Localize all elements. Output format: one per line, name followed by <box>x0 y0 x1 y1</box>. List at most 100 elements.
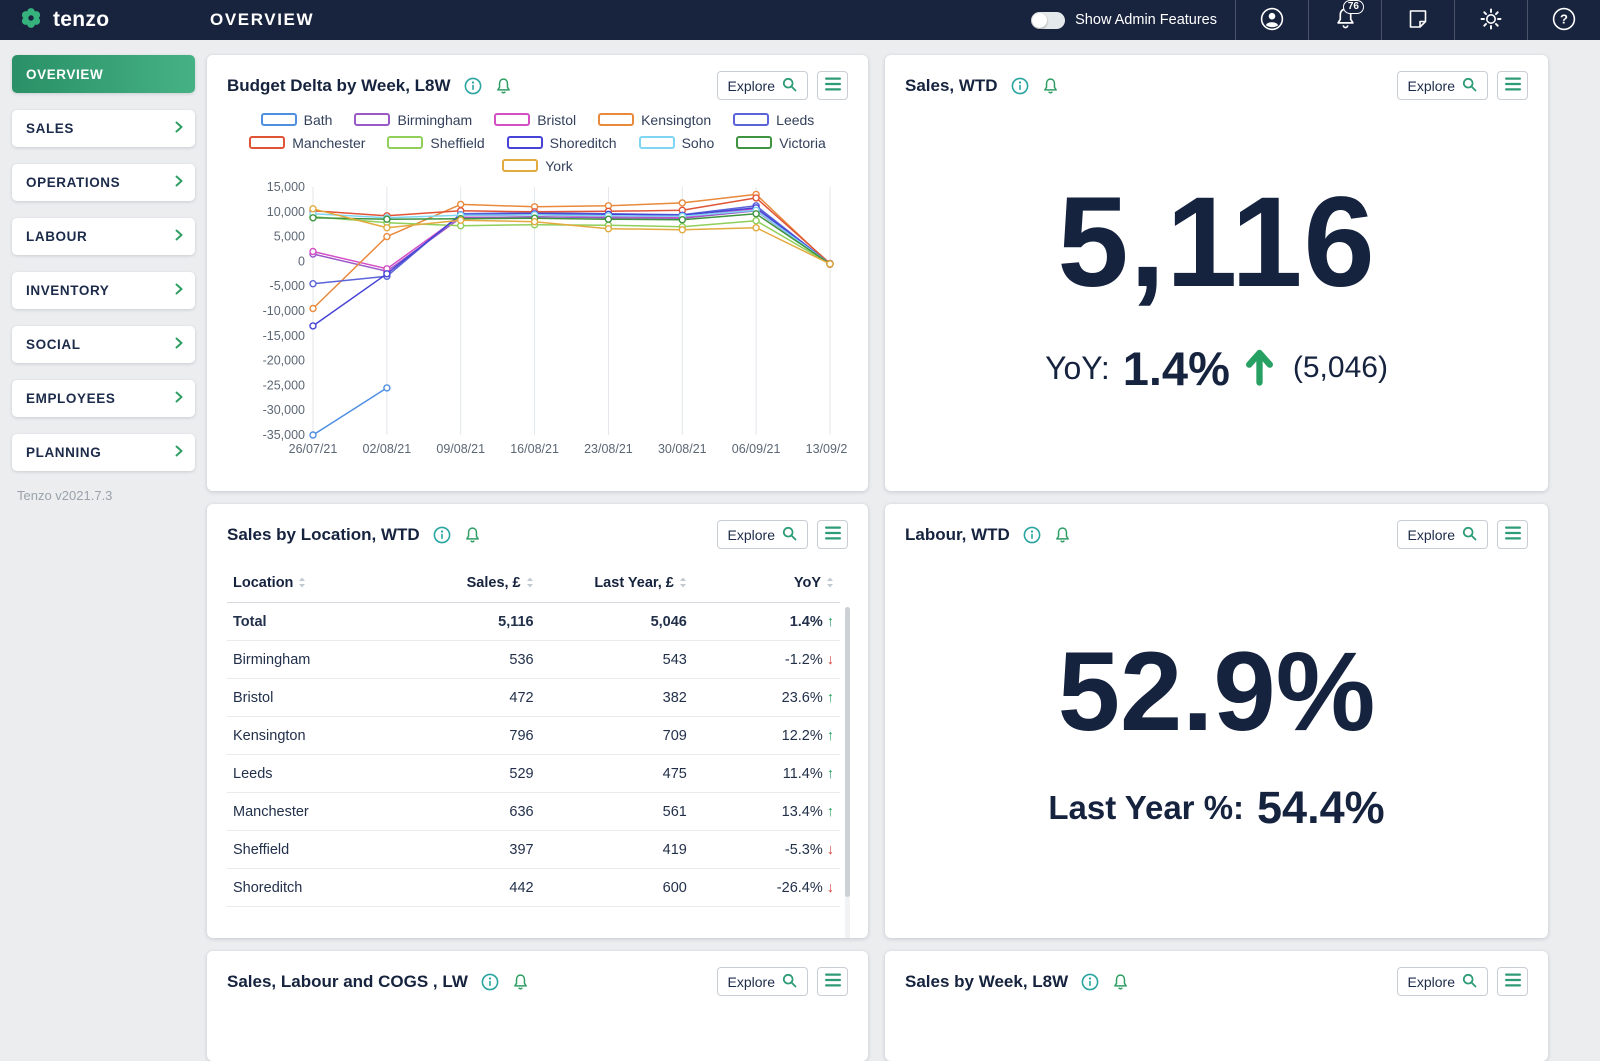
table-row: Sheffield 397 419 -5.3% ↓ <box>227 830 840 869</box>
legend-swatch <box>249 136 286 149</box>
legend-item-soho[interactable]: Soho <box>638 135 714 151</box>
sidebar-item-label: OPERATIONS <box>26 175 121 190</box>
explore-label: Explore <box>727 77 775 94</box>
explore-button[interactable]: Explore <box>716 967 808 996</box>
legend-item-leeds[interactable]: Leeds <box>733 112 814 128</box>
legend-swatch <box>638 136 675 149</box>
sidebar-item-operations[interactable]: OPERATIONS <box>12 164 195 201</box>
legend-item-kensington[interactable]: Kensington <box>598 112 711 128</box>
search-icon <box>1462 526 1477 544</box>
sidebar-item-inventory[interactable]: INVENTORY <box>12 272 195 309</box>
budget-delta-card: Budget Delta by Week, L8W Explore Bath Bi… <box>207 55 868 491</box>
admin-features-toggle[interactable]: Show Admin Features <box>1031 11 1217 29</box>
cell-location: Manchester <box>227 792 387 831</box>
table-scrollbar[interactable] <box>845 607 850 938</box>
search-icon <box>782 973 797 991</box>
alert-bell-icon[interactable] <box>1112 973 1129 991</box>
legend-item-manchester[interactable]: Manchester <box>249 135 365 151</box>
alert-bell-icon[interactable] <box>1042 77 1059 95</box>
column-header-sales[interactable]: Sales, £ <box>386 565 540 603</box>
budget-delta-chart-svg: 26/07/21 02/08/21 09/08/21 16/08/21 23/08/21… <box>263 180 855 456</box>
sidebar-item-label: INVENTORY <box>26 283 110 298</box>
sidebar-item-label: EMPLOYEES <box>26 391 116 406</box>
legend-item-bristol[interactable]: Bristol <box>494 112 576 128</box>
settings-gear-button[interactable] <box>1455 0 1527 40</box>
cell-last-year: 543 <box>539 640 693 679</box>
info-icon[interactable] <box>464 77 482 95</box>
explore-button[interactable]: Explore <box>716 520 808 549</box>
card-menu-button[interactable] <box>817 71 848 100</box>
legend-swatch <box>506 136 543 149</box>
info-icon[interactable] <box>1081 973 1099 991</box>
legend-item-york[interactable]: York <box>502 158 573 174</box>
info-icon[interactable] <box>481 973 499 991</box>
user-account-icon[interactable] <box>1236 0 1308 40</box>
card-menu-button[interactable] <box>1497 520 1528 549</box>
card-menu-button[interactable] <box>1497 967 1528 996</box>
table-row: Bristol 472 382 23.6% ↑ <box>227 678 840 717</box>
card-menu-button[interactable] <box>817 967 848 996</box>
sidebar-item-sales[interactable]: SALES <box>12 110 195 147</box>
toggle-switch[interactable] <box>1031 11 1066 29</box>
yoy-up-arrow-icon <box>1243 345 1276 392</box>
up-arrow-icon: ↑ <box>826 689 834 706</box>
hamburger-icon <box>824 77 841 94</box>
svg-text:-35,000: -35,000 <box>263 428 305 442</box>
legend-item-birmingham[interactable]: Birmingham <box>354 112 472 128</box>
explore-button[interactable]: Explore <box>1396 967 1488 996</box>
column-header-last-year[interactable]: Last Year, £ <box>539 565 693 603</box>
explore-button[interactable]: Explore <box>1396 520 1488 549</box>
sidebar-item-social[interactable]: SOCIAL <box>12 326 195 363</box>
sales-location-table: Location Sales, £ Last Year, £ YoY Total… <box>227 565 850 938</box>
down-arrow-icon: ↓ <box>826 651 834 668</box>
topbar: tenzo OVERVIEW Show Admin Features 76 ? <box>0 0 1600 40</box>
table-row: Birmingham 536 543 -1.2% ↓ <box>227 640 840 679</box>
explore-button[interactable]: Explore <box>1396 71 1488 100</box>
alert-bell-icon[interactable] <box>512 973 529 991</box>
card-menu-button[interactable] <box>817 520 848 549</box>
sidebar-item-planning[interactable]: PLANNING <box>12 434 195 471</box>
alert-bell-icon[interactable] <box>464 526 481 544</box>
notes-icon-button[interactable] <box>1382 0 1454 40</box>
sidebar-item-employees[interactable]: EMPLOYEES <box>12 380 195 417</box>
legend-item-bath[interactable]: Bath <box>260 112 332 128</box>
up-arrow-icon: ↑ <box>826 613 834 630</box>
info-icon[interactable] <box>1023 526 1041 544</box>
cell-last-year: 382 <box>539 678 693 717</box>
info-icon[interactable] <box>1011 77 1029 95</box>
cell-sales: 536 <box>386 640 540 679</box>
note-icon <box>1406 7 1430 34</box>
help-icon: ? <box>1551 6 1577 35</box>
svg-text:-20,000: -20,000 <box>263 354 305 368</box>
search-icon <box>782 526 797 544</box>
legend-swatch <box>494 113 531 126</box>
svg-text:23/08/21: 23/08/21 <box>584 442 633 456</box>
column-header-yoy[interactable]: YoY <box>692 565 840 603</box>
sidebar-item-overview[interactable]: OVERVIEW <box>12 55 195 93</box>
alert-bell-icon[interactable] <box>495 77 512 95</box>
card-menu-button[interactable] <box>1497 71 1528 100</box>
svg-text:-25,000: -25,000 <box>263 378 305 392</box>
sidebar-item-labour[interactable]: LABOUR <box>12 218 195 255</box>
column-header-location[interactable]: Location <box>227 565 387 603</box>
legend-item-shoreditch[interactable]: Shoreditch <box>506 135 617 151</box>
hamburger-icon <box>1504 973 1521 990</box>
cell-location: Total <box>227 602 387 641</box>
explore-button[interactable]: Explore <box>716 71 808 100</box>
chevron-right-icon <box>175 391 183 406</box>
help-button[interactable]: ? <box>1528 0 1600 40</box>
page-title: OVERVIEW <box>210 10 315 29</box>
legend-swatch <box>736 136 773 149</box>
info-icon[interactable] <box>433 526 451 544</box>
sidebar-items: OVERVIEW SALES OPERATIONS LABOUR INVENTORY SO… <box>12 55 195 471</box>
alert-bell-icon[interactable] <box>1054 526 1071 544</box>
svg-text:0: 0 <box>298 254 305 268</box>
cell-sales: 472 <box>386 678 540 717</box>
svg-text:16/08/21: 16/08/21 <box>510 442 559 456</box>
legend-item-victoria[interactable]: Victoria <box>736 135 826 151</box>
scrollbar-thumb[interactable] <box>845 607 850 897</box>
labour-wtd-card: Labour, WTD Explore 52.9% Last Year %: 5… <box>885 504 1548 938</box>
notifications-bell-icon[interactable]: 76 <box>1309 0 1381 40</box>
legend-item-sheffield[interactable]: Sheffield <box>387 135 485 151</box>
cell-last-year: 475 <box>539 754 693 793</box>
